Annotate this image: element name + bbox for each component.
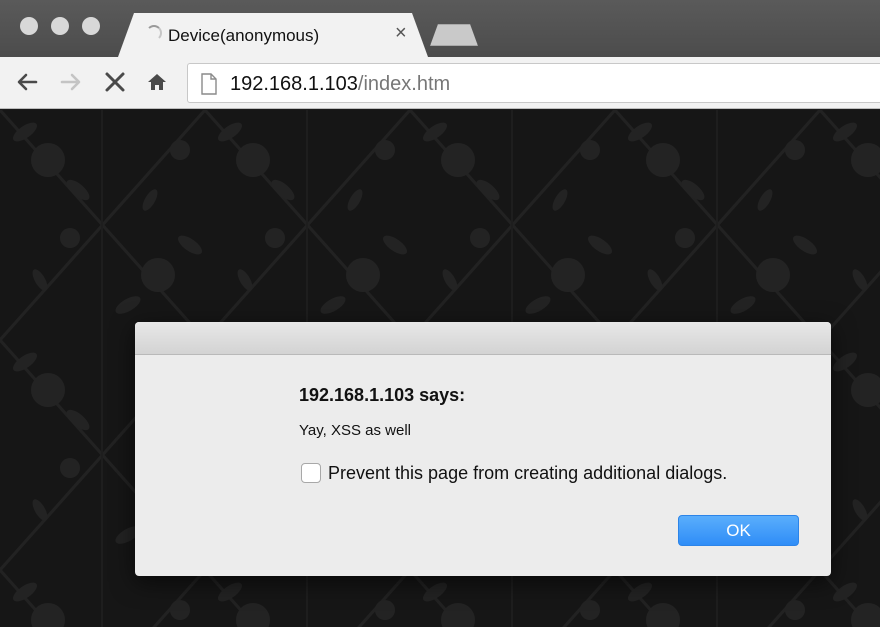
url-host: 192.168.1.103 xyxy=(230,73,358,95)
tab-strip: Device(anonymous) × xyxy=(0,0,880,57)
forward-arrow-icon xyxy=(60,73,81,91)
loading-spinner-icon xyxy=(146,25,162,41)
browser-toolbar: 192.168.1.103/index.htm xyxy=(0,57,880,109)
tab-title: Device(anonymous) xyxy=(168,26,320,45)
tab-device[interactable]: Device(anonymous) × xyxy=(118,13,428,57)
address-bar[interactable]: 192.168.1.103/index.htm xyxy=(187,63,880,103)
forward-button[interactable] xyxy=(56,67,86,97)
prevent-dialogs-label[interactable]: Prevent this page from creating addition… xyxy=(328,463,727,484)
close-window-button[interactable] xyxy=(20,17,38,35)
url-text[interactable]: 192.168.1.103/index.htm xyxy=(230,73,450,96)
maximize-window-button[interactable] xyxy=(82,17,100,35)
tab-close-icon[interactable]: × xyxy=(395,23,407,43)
stop-x-icon xyxy=(105,72,125,92)
minimize-window-button[interactable] xyxy=(51,17,69,35)
url-path: /index.htm xyxy=(357,73,451,95)
back-arrow-icon xyxy=(17,73,38,91)
page-icon xyxy=(201,73,217,95)
stop-button[interactable] xyxy=(100,67,130,97)
home-icon xyxy=(148,74,166,90)
dialog-message: Yay, XSS as well xyxy=(299,422,411,439)
back-button[interactable] xyxy=(12,67,42,97)
alert-dialog: 192.168.1.103 says: Yay, XSS as well Pre… xyxy=(135,322,831,576)
dialog-heading: 192.168.1.103 says: xyxy=(299,385,466,405)
new-tab-button[interactable] xyxy=(430,24,478,46)
home-button[interactable] xyxy=(142,67,172,97)
ok-button[interactable]: OK xyxy=(678,515,799,546)
dialog-titlebar xyxy=(135,322,831,355)
prevent-dialogs-checkbox[interactable] xyxy=(301,463,321,483)
